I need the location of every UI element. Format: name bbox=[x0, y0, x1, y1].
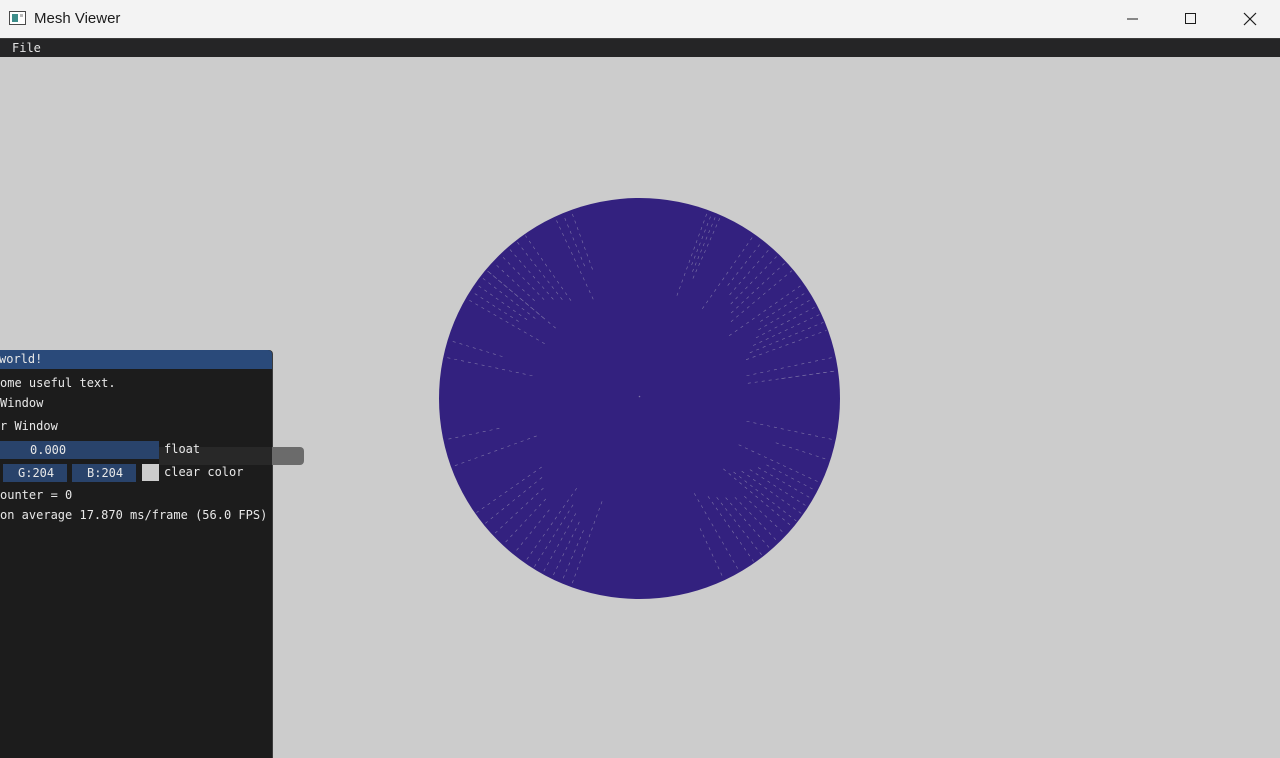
imgui-title-bar[interactable]: world! bbox=[0, 350, 272, 369]
float-slider-value: 0.000 bbox=[30, 443, 67, 457]
fps-text: on average 17.870 ms/frame (56.0 FPS) bbox=[0, 508, 268, 522]
maximize-button[interactable] bbox=[1162, 0, 1220, 38]
close-button[interactable] bbox=[1221, 0, 1279, 38]
color-blue-value: B:204 bbox=[87, 466, 124, 480]
another-window-checkbox-label[interactable]: r Window bbox=[0, 419, 58, 433]
menu-file[interactable]: File bbox=[12, 41, 41, 55]
title-bar[interactable]: Mesh Viewer bbox=[0, 0, 1280, 38]
color-green-value: G:204 bbox=[18, 466, 55, 480]
float-slider-label: float bbox=[164, 442, 201, 456]
color-blue-field[interactable]: B:204 bbox=[72, 464, 136, 482]
minimize-button[interactable] bbox=[1104, 0, 1162, 38]
close-icon bbox=[1243, 12, 1257, 26]
maximize-icon bbox=[1185, 13, 1196, 24]
clear-color-swatch[interactable] bbox=[142, 464, 159, 481]
menu-bar: File bbox=[0, 38, 1280, 57]
mesh-fill bbox=[439, 198, 840, 599]
slider-grab-handle[interactable] bbox=[272, 447, 304, 465]
imgui-title: world! bbox=[0, 352, 43, 366]
minimize-icon bbox=[1127, 18, 1138, 20]
imgui-window[interactable]: world! ome useful text. Window r Window … bbox=[0, 350, 273, 758]
text-line: ome useful text. bbox=[0, 376, 116, 390]
color-green-field[interactable]: G:204 bbox=[3, 464, 67, 482]
clear-color-label: clear color bbox=[164, 465, 244, 479]
demo-window-checkbox-label[interactable]: Window bbox=[0, 396, 43, 410]
mesh-circle[interactable] bbox=[438, 197, 841, 600]
mesh-center bbox=[638, 395, 641, 398]
float-slider[interactable]: 0.000 bbox=[0, 441, 159, 459]
app-window-icon bbox=[9, 11, 26, 25]
counter-text: ounter = 0 bbox=[0, 488, 73, 502]
window-title: Mesh Viewer bbox=[34, 10, 121, 27]
